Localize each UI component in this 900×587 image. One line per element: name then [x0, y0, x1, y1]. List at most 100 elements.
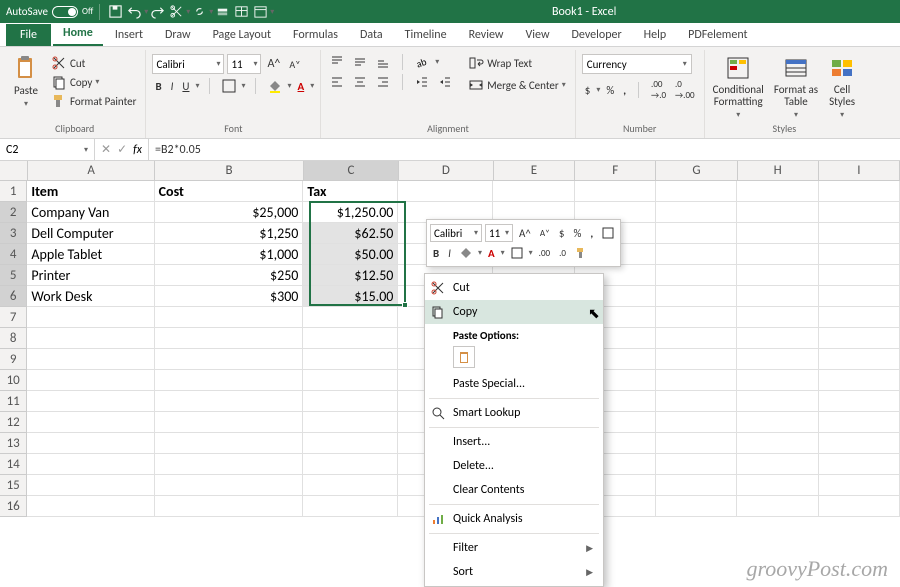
cell-B14[interactable]: [155, 454, 304, 475]
cell-A16[interactable]: [27, 496, 154, 517]
orientation-icon[interactable]: ab: [412, 54, 432, 70]
cell-H16[interactable]: [737, 496, 818, 517]
cell-I12[interactable]: [819, 412, 900, 433]
cell-A2[interactable]: Company Van: [27, 202, 154, 223]
cell-C11[interactable]: [303, 391, 398, 412]
cell-G15[interactable]: [656, 475, 737, 496]
cell-G4[interactable]: [656, 244, 737, 265]
name-box[interactable]: C2▾: [0, 139, 95, 160]
enter-formula-icon[interactable]: ✓: [117, 142, 127, 157]
undo-dropdown[interactable]: ▾: [144, 7, 148, 17]
font-size-select[interactable]: 11▾: [227, 54, 261, 74]
cell-C1[interactable]: Tax: [303, 181, 398, 202]
cell-I13[interactable]: [819, 433, 900, 454]
mini-increase-font-icon[interactable]: A^: [516, 226, 534, 241]
cell-C13[interactable]: [303, 433, 398, 454]
row-header-5[interactable]: 5: [0, 265, 27, 286]
cell-C2[interactable]: $1,250.00: [303, 202, 398, 223]
cell-A1[interactable]: Item: [27, 181, 154, 202]
row-header-2[interactable]: 2: [0, 202, 27, 223]
row-header-16[interactable]: 16: [0, 496, 27, 517]
tab-help[interactable]: Help: [634, 24, 677, 46]
cell-A13[interactable]: [27, 433, 154, 454]
ctx-smart-lookup[interactable]: Smart Lookup: [425, 401, 603, 425]
cell-B1[interactable]: Cost: [155, 181, 304, 202]
row-header-12[interactable]: 12: [0, 412, 27, 433]
cell-styles-button[interactable]: Cell Styles▾: [826, 54, 858, 120]
cell-I14[interactable]: [819, 454, 900, 475]
autosave-switch[interactable]: [52, 6, 78, 18]
cell-C10[interactable]: [303, 370, 398, 391]
cell-B10[interactable]: [155, 370, 304, 391]
ctx-filter[interactable]: Filter▶: [425, 536, 603, 560]
cell-C14[interactable]: [303, 454, 398, 475]
cell-C9[interactable]: [303, 349, 398, 370]
cancel-formula-icon[interactable]: ✕: [101, 142, 111, 157]
tab-data[interactable]: Data: [350, 24, 393, 46]
scissors-dropdown[interactable]: ▾: [186, 7, 190, 17]
table-icon[interactable]: [234, 4, 249, 19]
cell-C12[interactable]: [303, 412, 398, 433]
cell-A12[interactable]: [27, 412, 154, 433]
mini-format-painter-icon[interactable]: [572, 246, 590, 260]
copy-button[interactable]: Copy▾: [48, 73, 139, 91]
cell-G16[interactable]: [656, 496, 737, 517]
format-as-table-button[interactable]: Format as Table▾: [772, 54, 820, 120]
format-painter-button[interactable]: Format Painter: [48, 92, 139, 110]
cell-I9[interactable]: [819, 349, 900, 370]
add-row-icon[interactable]: [215, 4, 230, 19]
column-header-I[interactable]: I: [819, 161, 900, 181]
mini-border-icon[interactable]: [599, 226, 617, 240]
cell-A8[interactable]: [27, 328, 154, 349]
cell-I5[interactable]: [819, 265, 900, 286]
cell-G7[interactable]: [656, 307, 737, 328]
calendar-icon[interactable]: [253, 4, 268, 19]
mini-percent-icon[interactable]: %: [570, 226, 584, 241]
row-header-10[interactable]: 10: [0, 370, 27, 391]
mini-bold-button[interactable]: B: [430, 246, 442, 261]
cell-G10[interactable]: [656, 370, 737, 391]
cell-C15[interactable]: [303, 475, 398, 496]
row-header-7[interactable]: 7: [0, 307, 27, 328]
cell-A10[interactable]: [27, 370, 154, 391]
cell-D1[interactable]: [398, 181, 493, 202]
cell-H4[interactable]: [737, 244, 818, 265]
row-header-3[interactable]: 3: [0, 223, 27, 244]
cell-A3[interactable]: Dell Computer: [27, 223, 154, 244]
bold-button[interactable]: B: [152, 79, 164, 94]
cell-H13[interactable]: [737, 433, 818, 454]
row-header-4[interactable]: 4: [0, 244, 27, 265]
cell-H8[interactable]: [737, 328, 818, 349]
cell-I4[interactable]: [819, 244, 900, 265]
mini-decrease-decimal-icon[interactable]: .00: [536, 247, 553, 260]
tab-timeline[interactable]: Timeline: [395, 24, 457, 46]
decrease-decimal-button[interactable]: .0→.00: [672, 78, 698, 102]
column-header-H[interactable]: H: [738, 161, 819, 181]
tab-developer[interactable]: Developer: [562, 24, 632, 46]
cell-H10[interactable]: [737, 370, 818, 391]
column-header-G[interactable]: G: [656, 161, 737, 181]
cell-I11[interactable]: [819, 391, 900, 412]
cell-B16[interactable]: [155, 496, 304, 517]
mini-font-size[interactable]: 11▾: [485, 224, 513, 242]
cell-C16[interactable]: [303, 496, 398, 517]
mini-comma-icon[interactable]: ,: [587, 226, 596, 241]
scissors-icon[interactable]: [169, 4, 184, 19]
cell-B11[interactable]: [155, 391, 304, 412]
increase-decimal-button[interactable]: .00→.0: [648, 78, 669, 102]
cell-H5[interactable]: [737, 265, 818, 286]
cell-B12[interactable]: [155, 412, 304, 433]
column-header-C[interactable]: C: [304, 161, 399, 181]
row-header-15[interactable]: 15: [0, 475, 27, 496]
cell-I3[interactable]: [819, 223, 900, 244]
cell-C4[interactable]: $50.00: [303, 244, 398, 265]
cell-I6[interactable]: [819, 286, 900, 307]
tab-formulas[interactable]: Formulas: [283, 24, 348, 46]
align-left-icon[interactable]: [327, 74, 347, 90]
align-center-icon[interactable]: [350, 74, 370, 90]
cell-B5[interactable]: $250: [155, 265, 304, 286]
cell-I16[interactable]: [819, 496, 900, 517]
fill-color-button[interactable]: [265, 78, 285, 94]
cell-H6[interactable]: [737, 286, 818, 307]
mini-fill-color-button[interactable]: [457, 246, 475, 260]
